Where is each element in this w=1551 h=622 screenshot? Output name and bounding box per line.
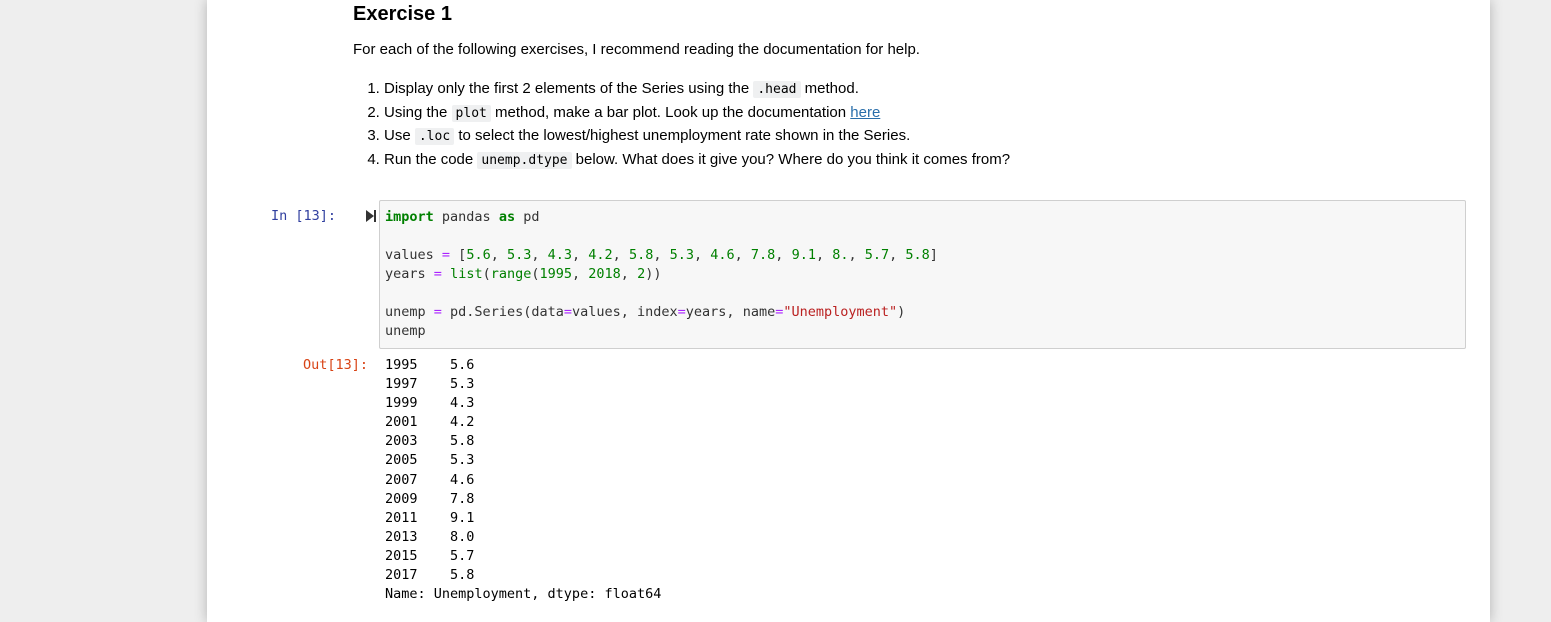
notebook-container: Exercise 1 For each of the following exe…: [207, 0, 1490, 622]
output-index: 2013: [385, 528, 418, 545]
output-index: 1997: [385, 376, 418, 393]
output-row: 1999 4.3: [385, 394, 661, 413]
output-row: 2013 8.0: [385, 528, 661, 547]
output-index: 2011: [385, 509, 418, 526]
output-index: 2009: [385, 490, 418, 507]
output-row: 2005 5.3: [385, 451, 661, 470]
code-line: unemp: [385, 323, 426, 339]
output-row: 2011 9.1: [385, 509, 661, 528]
exercise-item: Run the code unemp.dtype below. What doe…: [384, 149, 1010, 173]
documentation-link[interactable]: here: [850, 104, 880, 121]
output-value: 9.1: [417, 509, 475, 526]
output-row: 2007 4.6: [385, 471, 661, 490]
exercise-heading: Exercise 1: [353, 3, 452, 25]
output-row: 2003 5.8: [385, 432, 661, 451]
exercise-list: Display only the first 2 elements of the…: [353, 78, 1010, 172]
output-row: 1997 5.3: [385, 375, 661, 394]
output-value: 8.0: [417, 528, 475, 545]
inline-code: .loc: [414, 128, 455, 146]
output-value: 5.8: [417, 567, 475, 584]
output-row: 2009 7.8: [385, 490, 661, 509]
output-index: 2003: [385, 433, 418, 450]
output-value: 5.3: [417, 376, 475, 393]
output-value: 5.7: [417, 547, 475, 564]
code-line: unemp = pd.Series(data=values, index=yea…: [385, 304, 906, 320]
input-prompt: In [13]:: [271, 208, 337, 224]
output-index: 2017: [385, 567, 418, 584]
exercise-item: Use .loc to select the lowest/highest un…: [384, 125, 1010, 149]
output-value: 4.3: [417, 395, 475, 412]
inline-code: plot: [451, 104, 491, 122]
inline-code: .head: [753, 81, 801, 98]
output-index: 2005: [385, 452, 418, 469]
exercise-item: Using the plot method, make a bar plot. …: [384, 102, 1010, 126]
output-row: 1995 5.6: [385, 356, 661, 375]
output-row: 2015 5.7: [385, 547, 661, 566]
output-index: 2015: [385, 547, 418, 564]
code-input-area[interactable]: import pandas as pd values = [5.6, 5.3, …: [379, 200, 1466, 349]
output-prompt: Out[13]:: [303, 357, 369, 373]
output-value: 7.8: [417, 490, 475, 507]
output-index: 2007: [385, 471, 418, 488]
inline-code: unemp.dtype: [477, 151, 572, 169]
output-value: 4.6: [417, 471, 475, 488]
output-row: 2017 5.8: [385, 566, 661, 585]
code-editor[interactable]: import pandas as pd values = [5.6, 5.3, …: [385, 208, 938, 341]
output-value: 5.6: [417, 357, 475, 373]
code-line: import pandas as pd: [385, 209, 540, 225]
code-line: values = [5.6, 5.3, 4.3, 4.2, 5.8, 5.3, …: [385, 247, 938, 263]
output-value: 5.3: [417, 452, 475, 469]
output-index: 1999: [385, 395, 418, 412]
code-line: years = list(range(1995, 2018, 2)): [385, 266, 662, 282]
cell-output: 1995 5.6 1997 5.3 1999 4.3 2001 4.2 2003 5.8…: [385, 356, 661, 604]
output-row: 2001 4.2: [385, 413, 661, 432]
output-index: 2001: [385, 414, 418, 431]
exercise-intro: For each of the following exercises, I r…: [353, 41, 920, 58]
exercise-item: Display only the first 2 elements of the…: [384, 78, 1010, 102]
output-value: 4.2: [417, 414, 475, 431]
output-footer: Name: Unemployment, dtype: float64: [385, 586, 662, 603]
run-cell-icon[interactable]: [363, 207, 379, 225]
output-index: 1995: [385, 357, 418, 373]
output-value: 5.8: [417, 433, 475, 450]
